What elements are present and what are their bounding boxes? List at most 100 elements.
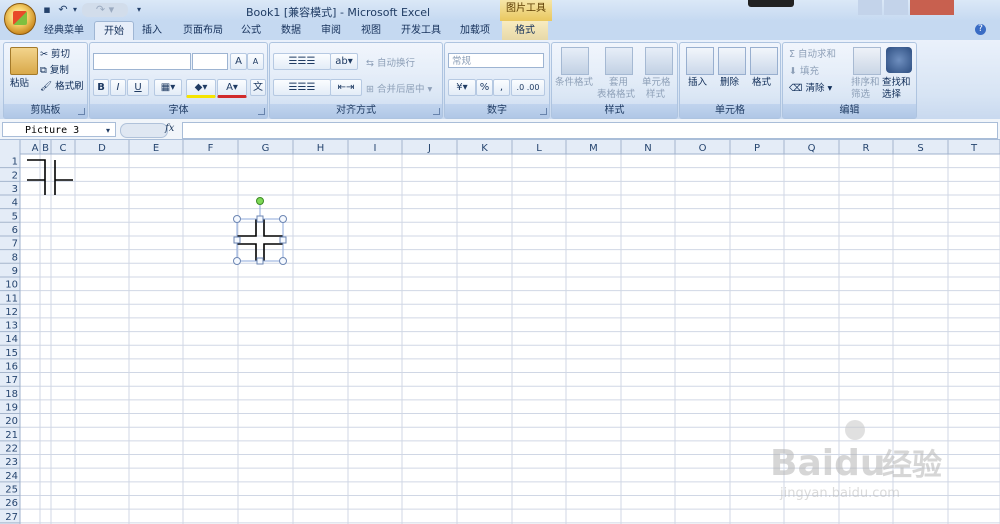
column-header-N[interactable]: N: [644, 143, 651, 154]
clear-button[interactable]: ⌫ 清除 ▾: [789, 80, 832, 94]
formula-input[interactable]: [182, 122, 998, 139]
sort-filter-icon[interactable]: [853, 47, 881, 75]
orientation-icon[interactable]: ab▾: [330, 53, 358, 70]
conditional-format-icon[interactable]: [561, 47, 589, 75]
column-header-P[interactable]: P: [754, 143, 760, 154]
number-launcher-icon[interactable]: [540, 108, 547, 115]
side-resize-handle[interactable]: [256, 257, 264, 265]
tab-insert[interactable]: 插入: [136, 21, 168, 40]
tab-format[interactable]: 格式: [502, 21, 548, 40]
bold-button[interactable]: B: [93, 79, 109, 96]
corner-resize-handle[interactable]: [233, 215, 241, 223]
indent-icons[interactable]: ⇤⇥: [330, 79, 362, 96]
tab-formulas[interactable]: 公式: [234, 21, 268, 40]
row-header-19[interactable]: 19: [5, 403, 18, 414]
cell-styles-icon[interactable]: [645, 47, 673, 75]
row-header-16[interactable]: 16: [5, 362, 18, 373]
row-header-3[interactable]: 3: [12, 184, 18, 195]
borders-icon[interactable]: ▦▾: [154, 79, 182, 96]
side-resize-handle[interactable]: [279, 236, 287, 244]
fill-color-icon[interactable]: ◆▾: [186, 79, 216, 98]
paste-icon[interactable]: [10, 47, 38, 75]
format-as-table-label2[interactable]: 表格格式: [597, 86, 635, 100]
close-button[interactable]: [910, 0, 954, 15]
column-header-F[interactable]: F: [208, 143, 214, 154]
column-header-J[interactable]: J: [427, 143, 431, 154]
column-header-Q[interactable]: Q: [808, 143, 816, 154]
number-format-box[interactable]: 常规: [448, 53, 544, 68]
row-header-25[interactable]: 25: [5, 485, 18, 496]
font-name-box[interactable]: [93, 53, 191, 70]
insert-cells-icon[interactable]: [686, 47, 714, 75]
tab-developer[interactable]: 开发工具: [394, 21, 448, 40]
row-header-26[interactable]: 26: [5, 498, 18, 509]
merge-center-button[interactable]: ⊞ 合并后居中 ▾: [366, 81, 432, 95]
column-header-G[interactable]: G: [262, 143, 270, 154]
tab-classic-menu[interactable]: 经典菜单: [36, 21, 92, 40]
column-header-A[interactable]: A: [32, 143, 39, 154]
underline-button[interactable]: U: [127, 79, 149, 96]
tab-page-layout[interactable]: 页面布局: [176, 21, 230, 40]
rotation-handle[interactable]: [256, 197, 264, 205]
conditional-format-label[interactable]: 条件格式: [555, 74, 593, 88]
percent-button[interactable]: %: [476, 79, 493, 96]
insert-function-icon[interactable]: fx: [165, 123, 174, 134]
name-box[interactable]: Picture 3: [2, 122, 116, 137]
column-header-C[interactable]: C: [60, 143, 67, 154]
row-header-5[interactable]: 5: [12, 211, 18, 222]
phonetic-icon[interactable]: 文: [250, 79, 266, 96]
row-header-12[interactable]: 12: [5, 307, 18, 318]
fill-button[interactable]: ⬇ 填充: [789, 63, 819, 77]
format-cells-icon[interactable]: [750, 47, 778, 75]
tab-review[interactable]: 审阅: [314, 21, 348, 40]
column-header-L[interactable]: L: [536, 143, 542, 154]
row-header-15[interactable]: 15: [5, 348, 18, 359]
column-header-D[interactable]: D: [98, 143, 106, 154]
decimal-icons[interactable]: .0 .00: [511, 79, 545, 96]
autosum-button[interactable]: Σ 自动求和: [789, 46, 836, 60]
row-header-13[interactable]: 13: [5, 321, 18, 332]
help-icon[interactable]: ?: [975, 24, 986, 35]
insert-cells-label[interactable]: 插入: [688, 74, 707, 88]
shrink-font-button[interactable]: A: [247, 53, 264, 70]
corner-resize-handle[interactable]: [233, 257, 241, 265]
cut-button[interactable]: ✂ 剪切: [40, 46, 70, 60]
corner-resize-handle[interactable]: [279, 257, 287, 265]
format-cells-label[interactable]: 格式: [752, 74, 771, 88]
format-painter-button[interactable]: 🖌 格式刷: [40, 78, 84, 92]
row-header-17[interactable]: 17: [5, 375, 18, 386]
find-select-label2[interactable]: 选择: [882, 86, 901, 100]
selected-plus-shape[interactable]: [237, 219, 283, 261]
row-header-8[interactable]: 8: [12, 252, 18, 263]
delete-cells-label[interactable]: 删除: [720, 74, 739, 88]
row-header-14[interactable]: 14: [5, 334, 18, 345]
comma-button[interactable]: ,: [493, 79, 510, 96]
paste-label[interactable]: 粘贴: [10, 75, 29, 89]
row-header-21[interactable]: 21: [5, 430, 18, 441]
column-header-I[interactable]: I: [374, 143, 377, 154]
column-header-S[interactable]: S: [917, 143, 923, 154]
row-header-24[interactable]: 24: [5, 471, 18, 482]
redo-button[interactable]: ↷ ▾: [82, 3, 128, 17]
horizontal-align-icons[interactable]: ☰☰☰: [273, 79, 331, 96]
vertical-align-icons[interactable]: ☰☰☰: [273, 53, 331, 70]
font-color-icon[interactable]: A▾: [217, 79, 247, 98]
undo-dropdown-icon[interactable]: ▾: [68, 3, 82, 17]
save-icon[interactable]: ▪: [40, 3, 54, 17]
wrap-text-button[interactable]: ⇆ 自动换行: [366, 55, 415, 69]
row-header-6[interactable]: 6: [12, 225, 18, 236]
worksheet-grid[interactable]: ABCDEFGHIJKLMNOPQRST 1234567891011121314…: [0, 140, 1000, 524]
italic-button[interactable]: I: [110, 79, 126, 96]
row-header-4[interactable]: 4: [12, 198, 18, 209]
currency-icon[interactable]: ¥▾: [448, 79, 476, 96]
minimize-button[interactable]: [858, 0, 882, 15]
tab-addins[interactable]: 加载项: [452, 21, 498, 40]
delete-cells-icon[interactable]: [718, 47, 746, 75]
font-launcher-icon[interactable]: [258, 108, 265, 115]
column-header-O[interactable]: O: [699, 143, 707, 154]
row-header-27[interactable]: 27: [5, 512, 18, 523]
column-header-R[interactable]: R: [863, 143, 870, 154]
copy-button[interactable]: ⧉ 复制: [40, 62, 69, 76]
find-select-icon[interactable]: [886, 47, 912, 73]
format-as-table-icon[interactable]: [605, 47, 633, 75]
